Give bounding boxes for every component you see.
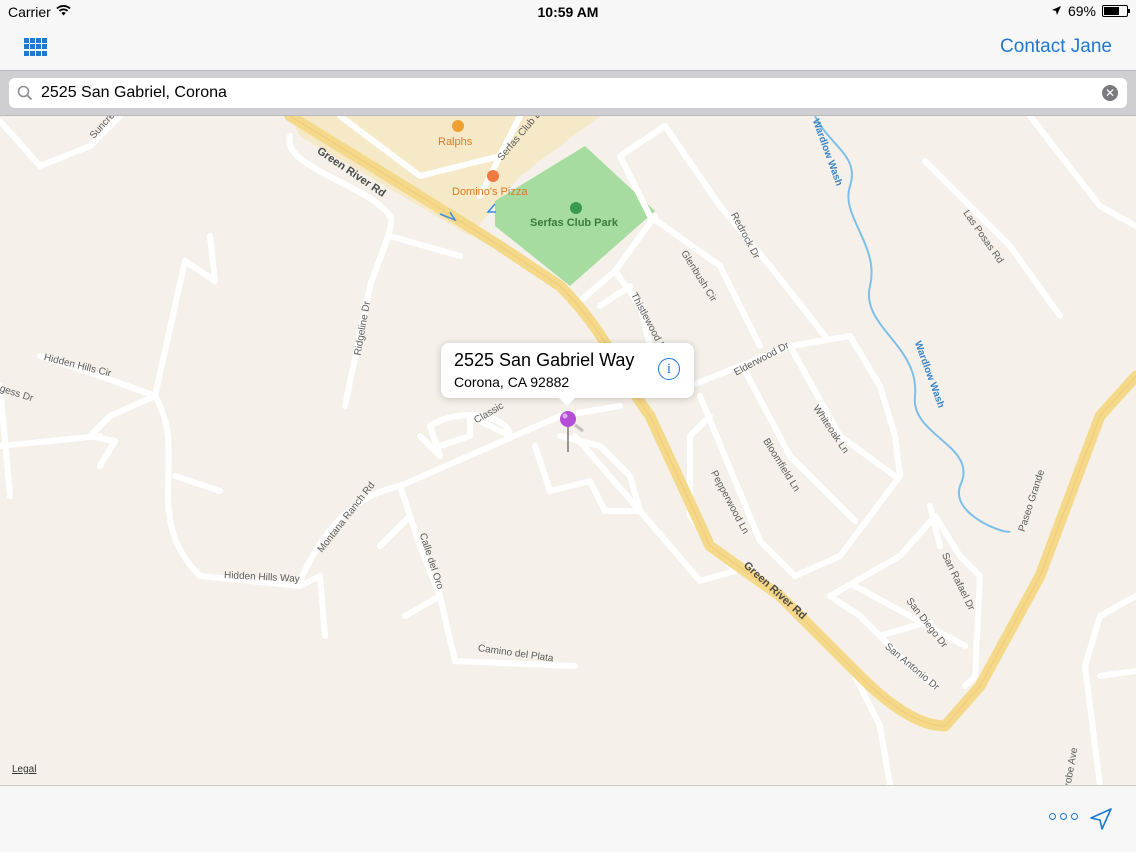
location-services-icon — [1051, 3, 1062, 19]
map-poi-label[interactable]: Domino's Pizza — [452, 186, 527, 198]
battery-percent: 69% — [1067, 3, 1096, 19]
search-bar-container: ✕ — [0, 70, 1136, 116]
park-marker — [570, 202, 582, 214]
legal-link[interactable]: Legal — [12, 764, 36, 775]
map-view[interactable]: Suncrest Green River Rd Ralphs Domino's … — [0, 116, 1136, 785]
ralphs-marker — [452, 120, 464, 132]
location-arrow-icon[interactable] — [1089, 807, 1113, 836]
map-pin-icon[interactable] — [559, 411, 585, 458]
search-icon — [17, 85, 33, 106]
battery-fill — [1104, 7, 1120, 15]
status-right: 69% — [1051, 3, 1130, 19]
battery-icon — [1102, 5, 1130, 17]
clear-icon[interactable]: ✕ — [1102, 85, 1118, 101]
clock: 10:59 AM — [537, 4, 599, 20]
callout-title: 2525 San Gabriel Way — [454, 350, 635, 370]
info-icon[interactable]: i — [658, 358, 680, 380]
dominos-marker — [487, 170, 499, 182]
grid-icon[interactable] — [24, 38, 48, 56]
more-icon[interactable] — [1049, 813, 1078, 820]
search-bar[interactable]: ✕ — [9, 78, 1127, 108]
map-poi-label[interactable]: Ralphs — [438, 136, 472, 148]
contact-jane-button[interactable]: Contact Jane — [1000, 36, 1112, 58]
bottom-toolbar — [0, 785, 1136, 852]
search-input[interactable] — [41, 84, 1101, 102]
status-bar: Carrier 10:59 AM 69% — [0, 0, 1136, 24]
nav-bar: Contact Jane — [0, 24, 1136, 70]
callout-subtitle: Corona, CA 92882 — [454, 374, 570, 390]
location-callout[interactable]: 2525 San Gabriel Way Corona, CA 92882 i — [441, 343, 694, 406]
map-poi-label[interactable]: Serfas Club Park — [530, 217, 618, 229]
